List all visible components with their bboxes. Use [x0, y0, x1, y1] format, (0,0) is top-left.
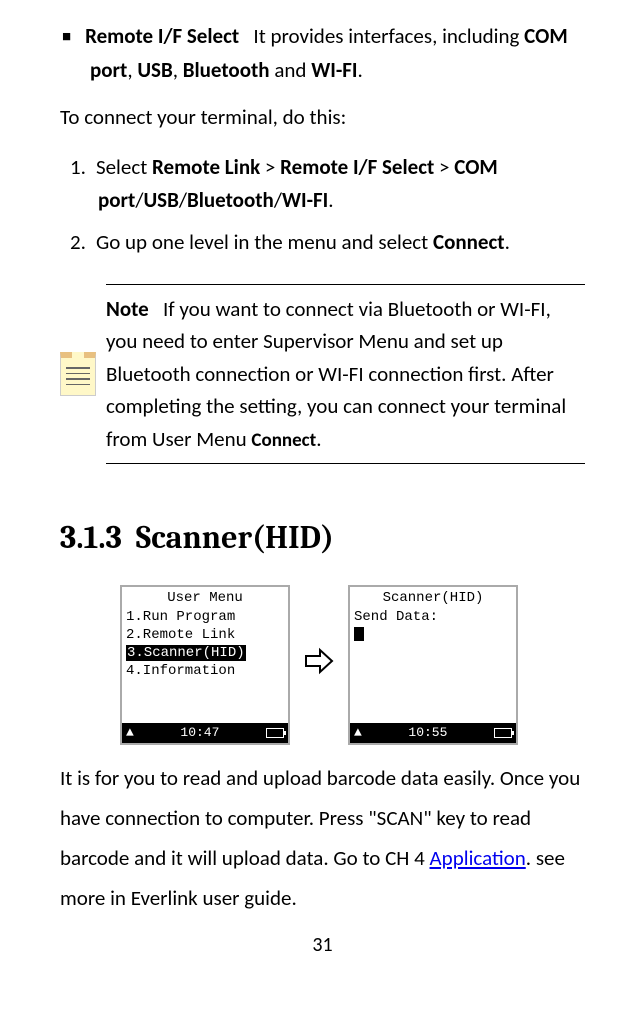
step-2: 2.Go up one level in the menu and select… [98, 226, 585, 260]
note-block: Note If you want to connect via Bluetoot… [60, 284, 585, 465]
application-link[interactable]: Application [430, 845, 526, 871]
note-text: Note If you want to connect via Bluetoot… [106, 284, 585, 465]
note-icon [60, 352, 96, 396]
signal-icon: ▲ [126, 725, 134, 742]
signal-icon: ▲ [354, 725, 362, 742]
bullet-title: Remote I/F Select [85, 23, 239, 49]
screen-user-menu: User Menu 1.Run Program 2.Remote Link 3.… [120, 585, 290, 745]
selected-menu-item: 3.Scanner(HID) [126, 645, 246, 661]
battery-icon [494, 728, 512, 738]
screenshots-row: User Menu 1.Run Program 2.Remote Link 3.… [120, 585, 585, 745]
status-bar: ▲ 10:47 [122, 723, 288, 744]
step-1: 1.Select Remote Link > Remote I/F Select… [98, 151, 585, 218]
battery-icon [266, 728, 284, 738]
cursor-icon [354, 627, 364, 641]
status-bar: ▲ 10:55 [350, 723, 516, 744]
screen-scanner-hid: Scanner(HID) Send Data: ▲ 10:55 [348, 585, 518, 745]
scanner-description: It is for you to read and upload barcode… [60, 759, 585, 919]
intro-text: To connect your terminal, do this: [60, 101, 585, 135]
page-number: 31 [60, 929, 585, 961]
bullet-text: It provides interfaces, including [253, 23, 524, 49]
bullet-square-icon: ■ [62, 28, 71, 46]
bullet-remote-if-select: ■Remote I/F Select It provides interface… [90, 20, 585, 87]
section-heading: 3.1.3Scanner(HID) [60, 512, 585, 563]
arrow-right-icon [304, 638, 334, 692]
